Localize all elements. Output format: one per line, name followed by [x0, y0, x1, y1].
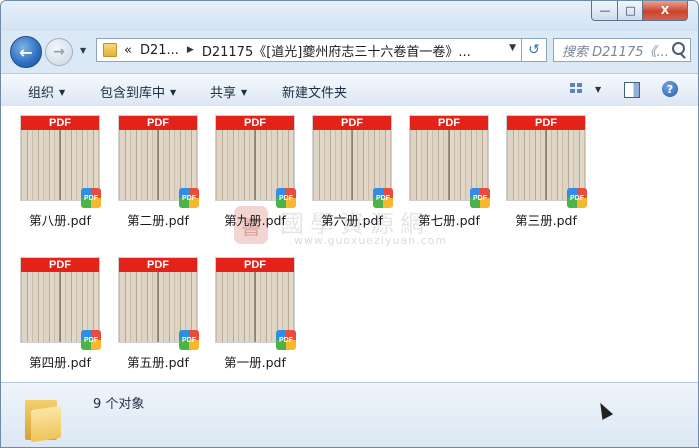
page-fold [254, 130, 256, 200]
file-list-area[interactable]: 書 國學資源網 www.guoxueziyuan.com PDF PDF 第八册… [1, 106, 698, 382]
pdf-band-label: PDF [313, 116, 391, 130]
organize-menu[interactable]: 组织 ▼ [28, 82, 65, 101]
pdf-app-icon: PDF [179, 330, 199, 350]
page-fold [254, 272, 256, 342]
page-fold [545, 130, 547, 200]
pdf-band-label: PDF [507, 116, 585, 130]
file-name[interactable]: 第五册.pdf [115, 352, 201, 371]
file-item[interactable]: PDF PDF 第八册.pdf [17, 112, 109, 240]
folder-icon [103, 43, 117, 57]
file-name[interactable]: 第八册.pdf [17, 210, 103, 229]
pdf-app-icon: PDF [567, 188, 587, 208]
pdf-app-icon: PDF [276, 188, 296, 208]
file-name[interactable]: 第四册.pdf [17, 352, 103, 371]
pdf-band-label: PDF [216, 116, 294, 130]
share-label: 共享 [210, 86, 237, 101]
pdf-app-icon: PDF [373, 188, 393, 208]
forward-button[interactable]: → [45, 38, 73, 66]
page-fold [59, 272, 61, 342]
page-fold [448, 130, 450, 200]
folder-icon [25, 394, 69, 443]
breadcrumb-segment-1[interactable]: D21... [140, 43, 179, 58]
refresh-button[interactable]: ↺ [521, 38, 547, 62]
pdf-band-label: PDF [119, 116, 197, 130]
chevron-down-icon: ▼ [170, 88, 177, 97]
pdf-band-label: PDF [410, 116, 488, 130]
breadcrumb-segment-2[interactable]: D21175《[道光]夔州府志三十六卷首一卷》... [202, 41, 471, 60]
chevron-down-icon: ▼ [241, 88, 248, 97]
navigation-bar: ← → ▼ « D21... ▶ D21175《[道光]夔州府志三十六卷首一卷》… [1, 33, 698, 69]
pdf-band-label: PDF [21, 258, 99, 272]
search-input[interactable]: 搜索 D21175《... [562, 41, 668, 60]
breadcrumb-separator-icon[interactable]: ▶ [187, 45, 194, 55]
file-name[interactable]: 第一册.pdf [212, 352, 298, 371]
page-fold [157, 272, 159, 342]
minimize-button[interactable]: — [591, 1, 619, 21]
view-options-dropdown-icon[interactable]: ▼ [595, 85, 601, 94]
include-in-library-label: 包含到库中 [100, 86, 166, 101]
page-fold [351, 130, 353, 200]
help-button[interactable]: ? [662, 81, 678, 97]
file-item[interactable]: PDF PDF 第二册.pdf [115, 112, 207, 240]
include-in-library-menu[interactable]: 包含到库中 ▼ [100, 82, 176, 101]
file-name[interactable]: 第二册.pdf [115, 210, 201, 229]
address-dropdown-icon[interactable]: ▼ [509, 43, 516, 53]
address-prefix[interactable]: « [124, 43, 132, 58]
explorer-window: — □ X ← → ▼ « D21... ▶ D21175《[道光]夔州府志三十… [0, 0, 699, 448]
search-icon[interactable] [672, 42, 685, 55]
details-pane: 9 个对象 [1, 382, 698, 447]
pdf-app-icon: PDF [81, 330, 101, 350]
pdf-band-label: PDF [21, 116, 99, 130]
close-button[interactable]: X [642, 1, 688, 21]
file-name[interactable]: 第三册.pdf [503, 210, 589, 229]
file-item[interactable]: PDF PDF 第七册.pdf [406, 112, 498, 240]
address-bar[interactable]: « D21... ▶ D21175《[道光]夔州府志三十六卷首一卷》... ▼ [96, 38, 522, 62]
chevron-down-icon: ▼ [59, 88, 66, 97]
change-view-icon[interactable] [570, 83, 584, 95]
organize-label: 组织 [28, 86, 55, 101]
new-folder-button[interactable]: 新建文件夹 [282, 82, 347, 101]
search-box[interactable]: 搜索 D21175《... [553, 38, 691, 62]
file-name[interactable]: 第七册.pdf [406, 210, 492, 229]
file-item[interactable]: PDF PDF 第三册.pdf [503, 112, 595, 240]
pdf-app-icon: PDF [470, 188, 490, 208]
file-name[interactable]: 第九册.pdf [212, 210, 298, 229]
recent-pages-dropdown[interactable]: ▼ [80, 46, 86, 55]
item-count: 9 个对象 [93, 397, 145, 412]
file-item[interactable]: PDF PDF 第四册.pdf [17, 254, 109, 382]
share-menu[interactable]: 共享 ▼ [210, 82, 247, 101]
file-item[interactable]: PDF PDF 第五册.pdf [115, 254, 207, 382]
file-item[interactable]: PDF PDF 第六册.pdf [309, 112, 401, 240]
page-fold [59, 130, 61, 200]
pdf-app-icon: PDF [179, 188, 199, 208]
pdf-app-icon: PDF [81, 188, 101, 208]
title-bar: — □ X [1, 1, 698, 31]
file-item[interactable]: PDF PDF 第一册.pdf [212, 254, 304, 382]
pdf-band-label: PDF [216, 258, 294, 272]
file-item[interactable]: PDF PDF 第九册.pdf [212, 112, 304, 240]
page-fold [157, 130, 159, 200]
preview-pane-icon[interactable] [624, 82, 640, 98]
file-name[interactable]: 第六册.pdf [309, 210, 395, 229]
command-bar: 组织 ▼ 包含到库中 ▼ 共享 ▼ 新建文件夹 ▼ ? [1, 73, 698, 107]
pdf-app-icon: PDF [276, 330, 296, 350]
pdf-band-label: PDF [119, 258, 197, 272]
back-button[interactable]: ← [10, 36, 42, 68]
maximize-button[interactable]: □ [617, 1, 644, 21]
